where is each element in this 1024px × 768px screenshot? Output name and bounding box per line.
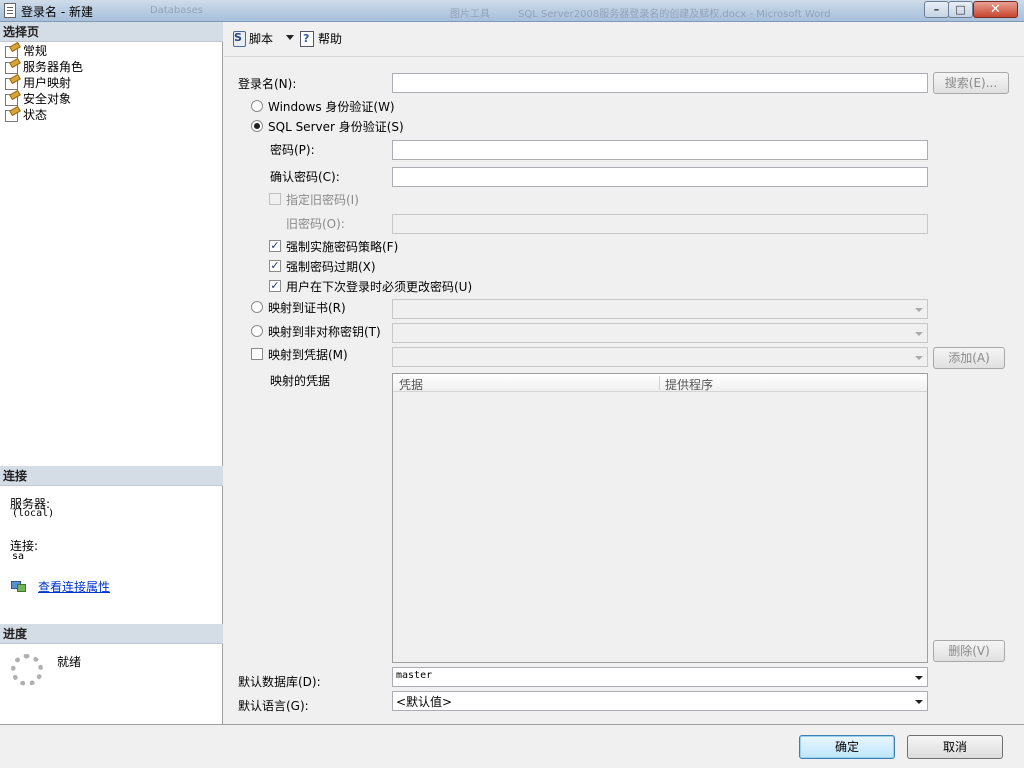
document-icon — [4, 3, 16, 18]
script-dropdown-icon[interactable] — [286, 35, 294, 40]
column-header-credential[interactable]: 凭据 — [399, 376, 423, 393]
grid-header: 凭据 提供程序 — [393, 374, 927, 392]
mapped-credentials-grid[interactable]: 凭据 提供程序 — [392, 373, 928, 663]
page-icon — [4, 44, 19, 58]
chevron-down-icon — [915, 332, 923, 336]
sql-auth-radio[interactable] — [251, 120, 263, 132]
password-label: 密码(P): — [270, 143, 315, 157]
script-button[interactable]: 脚本 — [231, 29, 274, 48]
help-icon — [300, 30, 314, 48]
page-item-general[interactable]: 常规 — [4, 43, 47, 59]
help-label: 帮助 — [318, 32, 343, 46]
general-page: 登录名(N): 搜索(E)... Windows 身份验证(W) SQL Ser… — [224, 57, 1024, 724]
sql-auth-label[interactable]: SQL Server 身份验证(S) — [268, 118, 404, 135]
minimize-icon: – — [933, 3, 940, 16]
page-icon — [4, 76, 19, 90]
default-database-select[interactable]: master — [392, 667, 928, 687]
chevron-down-icon — [915, 356, 923, 360]
page-icon — [4, 108, 19, 122]
login-name-label: 登录名(N): — [238, 77, 297, 91]
enforce-policy-checkbox[interactable]: ✓ — [269, 240, 281, 252]
script-label: 脚本 — [249, 32, 274, 46]
map-certificate-label: 映射到证书(R) — [268, 301, 346, 315]
minimize-button[interactable]: – — [924, 1, 949, 18]
close-button[interactable]: ✕ — [973, 1, 1018, 18]
default-language-label: 默认语言(G): — [238, 699, 309, 713]
default-database-label: 默认数据库(D): — [238, 675, 321, 689]
connection-value: sa — [12, 551, 25, 562]
chevron-down-icon — [915, 700, 923, 704]
connection-header: 连接 — [0, 466, 223, 486]
page-icon — [4, 92, 19, 106]
page-item-user-mapping[interactable]: 用户映射 — [4, 75, 71, 91]
cancel-button[interactable]: 取消 — [907, 735, 1003, 759]
dialog-footer: 确定 取消 — [0, 724, 1024, 768]
chevron-down-icon — [915, 308, 923, 312]
asymmetric-key-select[interactable] — [392, 323, 928, 343]
page-item-label: 用户映射 — [23, 76, 72, 90]
certificate-select[interactable] — [392, 299, 928, 319]
mapped-credentials-label: 映射的凭据 — [270, 374, 331, 388]
page-item-label: 常规 — [23, 44, 48, 58]
old-password-input[interactable] — [392, 214, 928, 234]
progress-status: 就绪 — [57, 655, 82, 669]
enforce-expiration-checkbox[interactable]: ✓ — [269, 260, 281, 272]
select-page-header: 选择页 — [0, 22, 223, 42]
title-bar: 登录名 - 新建 Databases 图片工具 SQL Server2008服务… — [0, 0, 1024, 22]
page-item-status[interactable]: 状态 — [4, 107, 47, 123]
left-pane: 选择页 常规 服务器角色 用户映射 安全对象 状态 连接 服务器: (local… — [0, 22, 223, 724]
default-language-value: <默认值> — [396, 695, 453, 709]
enforce-expiration-label: 强制密码过期(X) — [286, 260, 376, 274]
map-certificate-radio[interactable] — [251, 301, 263, 313]
credential-select[interactable] — [392, 347, 928, 367]
default-database-value: master — [396, 670, 433, 681]
must-change-checkbox[interactable]: ✓ — [269, 280, 281, 292]
background-window-text: SQL Server2008服务器登录名的创建及赋权.docx - Micros… — [518, 9, 831, 20]
map-asymmetric-key-radio[interactable] — [251, 325, 263, 337]
page-item-securables[interactable]: 安全对象 — [4, 91, 71, 107]
specify-old-password-checkbox[interactable] — [269, 193, 281, 205]
connection-properties-icon — [11, 579, 27, 593]
toolbar: 脚本 帮助 — [224, 22, 1024, 57]
add-button[interactable]: 添加(A) — [933, 347, 1005, 369]
background-window-text: 图片工具 — [450, 9, 490, 20]
background-window-text: Databases — [150, 5, 203, 16]
server-value: (local) — [12, 508, 55, 519]
map-asymmetric-key-label: 映射到非对称密钥(T) — [268, 325, 381, 339]
page-item-label: 安全对象 — [23, 92, 72, 106]
page-item-server-roles[interactable]: 服务器角色 — [4, 59, 83, 75]
windows-auth-radio[interactable] — [251, 100, 263, 112]
close-icon: ✕ — [990, 2, 1001, 17]
ok-button[interactable]: 确定 — [799, 735, 895, 759]
column-header-provider[interactable]: 提供程序 — [665, 376, 713, 393]
view-connection-properties-link[interactable]: 查看连接属性 — [38, 578, 110, 595]
login-name-input[interactable] — [392, 73, 928, 93]
page-item-label: 服务器角色 — [23, 60, 84, 74]
old-password-label: 旧密码(O): — [286, 217, 345, 231]
map-credential-label: 映射到凭据(M) — [268, 348, 348, 362]
help-button[interactable]: 帮助 — [300, 30, 342, 48]
password-input[interactable] — [392, 140, 928, 160]
script-icon — [231, 29, 247, 47]
chevron-down-icon — [915, 676, 923, 680]
column-divider — [659, 376, 660, 390]
remove-button[interactable]: 删除(V) — [933, 640, 1005, 662]
progress-spinner-icon — [11, 654, 43, 686]
windows-auth-label[interactable]: Windows 身份验证(W) — [268, 98, 395, 115]
maximize-icon: □ — [955, 3, 966, 16]
search-button[interactable]: 搜索(E)... — [933, 72, 1009, 94]
page-icon — [4, 60, 19, 74]
enforce-policy-label: 强制实施密码策略(F) — [286, 240, 399, 254]
maximize-button[interactable]: □ — [948, 1, 973, 18]
window-title: 登录名 - 新建 — [21, 5, 93, 19]
progress-header: 进度 — [0, 624, 223, 644]
default-language-select[interactable]: <默认值> — [392, 691, 928, 711]
specify-old-password-label: 指定旧密码(I) — [286, 193, 359, 207]
confirm-password-label: 确认密码(C): — [270, 170, 340, 184]
map-credential-checkbox[interactable] — [251, 348, 263, 360]
must-change-label: 用户在下次登录时必须更改密码(U) — [286, 280, 473, 294]
confirm-password-input[interactable] — [392, 167, 928, 187]
page-item-label: 状态 — [23, 108, 48, 122]
